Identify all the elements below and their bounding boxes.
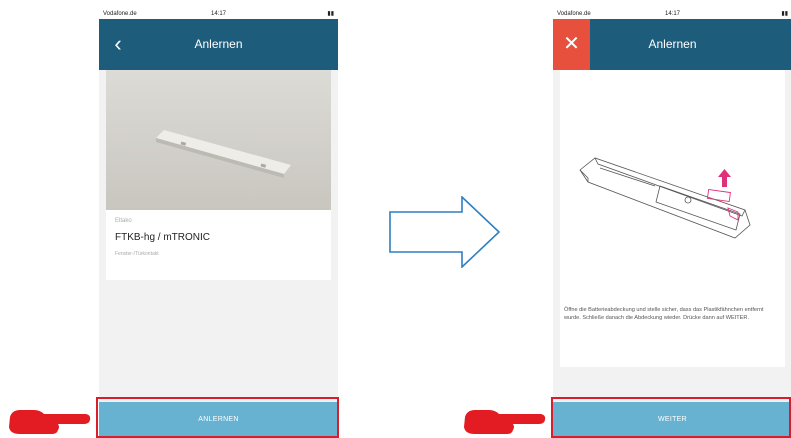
battery-icon: ▮▮: [781, 11, 788, 17]
status-bar: Vodafone.de 14:17 ▮▮: [553, 10, 791, 19]
instruction-text: Öffne die Batterieabdeckung und stelle s…: [564, 307, 764, 321]
next-arrow-icon: [389, 196, 501, 268]
status-bar: Vodafone.de 14:17 ▮▮: [99, 10, 338, 19]
phone-screen-right: Vodafone.de 14:17 ▮▮ ✕ Anlernen Öffne di…: [553, 10, 791, 438]
highlight-box-anlernen: [96, 397, 339, 438]
device-model: FTKB-hg / mTRONIC: [115, 232, 211, 243]
pointing-hand-icon: [464, 410, 546, 434]
nav-bar: ‹ Anlernen: [99, 19, 338, 70]
status-time: 14:17: [664, 11, 680, 17]
battery-icon: ▮▮: [327, 11, 334, 17]
pointing-hand-icon: [9, 410, 91, 434]
page-title: Anlernen: [648, 37, 697, 51]
status-time: 14:17: [210, 11, 226, 17]
instruction-card: Öffne die Batterieabdeckung und stelle s…: [560, 70, 785, 367]
device-card[interactable]: Eltako FTKB-hg / mTRONIC Fenster-/Türkon…: [106, 70, 331, 280]
highlight-box-weiter: [551, 397, 791, 438]
device-photo: [106, 70, 331, 210]
device-brand: Eltako: [115, 218, 132, 224]
phone-screen-left: Vodafone.de 14:17 ▮▮ ‹ Anlernen Eltako F…: [99, 10, 338, 438]
page-title: Anlernen: [194, 37, 243, 51]
nav-bar: ✕ Anlernen: [553, 19, 791, 70]
device-type: Fenster-/Türkontakt: [115, 251, 159, 257]
battery-cover-illustration: [579, 157, 751, 239]
